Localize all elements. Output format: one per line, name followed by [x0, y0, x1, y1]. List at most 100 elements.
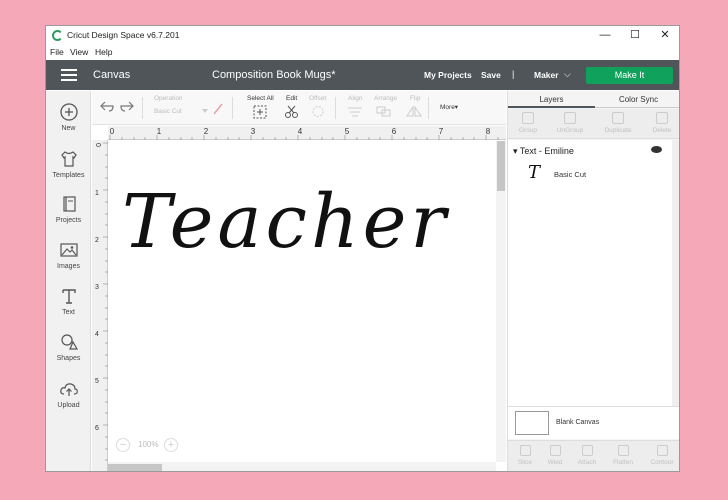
- eye-icon[interactable]: [651, 146, 662, 153]
- section-title: Canvas: [93, 69, 131, 81]
- menu-view[interactable]: View: [70, 47, 88, 57]
- paperclip-icon: [581, 445, 593, 456]
- edit-button[interactable]: Edit: [286, 95, 297, 102]
- trash-icon: [656, 112, 668, 124]
- select-all-icon[interactable]: [253, 105, 267, 119]
- tab-color-sync[interactable]: Color Sync: [595, 91, 679, 108]
- ruler-tick-label: 5: [95, 378, 99, 385]
- title-bar: Cricut Design Space v6.7.201 — ☐ ✕: [46, 26, 679, 45]
- tab-layers[interactable]: Layers: [508, 91, 595, 108]
- scrollbar-thumb[interactable]: [497, 141, 505, 191]
- select-all-button[interactable]: Select All: [247, 95, 274, 102]
- chevron-down-icon[interactable]: ⌵: [564, 69, 571, 80]
- flatten-button[interactable]: Flatten: [606, 445, 640, 466]
- shirt-icon: [60, 151, 77, 167]
- redo-icon[interactable]: [120, 100, 134, 112]
- ruler-tick-label: 2: [95, 237, 99, 244]
- layer-actions: Group UnGroup Duplicate Delete: [508, 109, 679, 139]
- scrollbar-thumb[interactable]: [108, 464, 162, 471]
- app-header: Canvas Composition Book Mugs* My Project…: [46, 60, 679, 90]
- menu-bar: File View Help: [46, 45, 679, 59]
- save-button[interactable]: Save: [481, 70, 501, 80]
- layer-item-label[interactable]: Basic Cut: [554, 170, 586, 179]
- delete-button[interactable]: Delete: [642, 112, 679, 134]
- weld-button[interactable]: Weld: [538, 445, 572, 466]
- more-button[interactable]: More▾: [440, 103, 458, 111]
- group-icon: [522, 112, 534, 124]
- cricut-logo-icon: [52, 30, 63, 41]
- undo-icon[interactable]: [100, 100, 114, 112]
- group-button[interactable]: Group: [508, 112, 548, 134]
- align-icon[interactable]: [347, 106, 363, 117]
- align-label: Align: [348, 95, 363, 102]
- make-it-button[interactable]: Make It: [586, 67, 673, 84]
- layers-scrollbar[interactable]: [672, 140, 679, 406]
- caret-down-icon[interactable]: ▾: [513, 146, 520, 156]
- toolbar-text[interactable]: Text: [46, 285, 91, 316]
- ungroup-icon: [564, 112, 576, 124]
- arrange-icon[interactable]: [376, 106, 392, 117]
- vertical-ruler: 0 1 2 3 4 5 6: [92, 140, 108, 471]
- ruler-tick-label: 2: [204, 127, 209, 136]
- menu-help[interactable]: Help: [95, 47, 112, 57]
- attach-button[interactable]: Attach: [570, 445, 604, 466]
- header-separator: |: [512, 69, 515, 79]
- weld-label: Weld: [547, 459, 563, 466]
- operation-label: Operation: [154, 95, 183, 102]
- ruler-tick-label: 5: [345, 127, 350, 136]
- delete-label: Delete: [652, 127, 672, 134]
- ruler-tick-label: 3: [251, 127, 256, 136]
- flatten-label: Flatten: [613, 459, 633, 466]
- horizontal-scrollbar[interactable]: [108, 462, 496, 471]
- canvas-swatch[interactable]: [515, 411, 549, 435]
- weld-icon: [549, 445, 561, 456]
- toolbar-upload[interactable]: Upload: [46, 378, 91, 409]
- duplicate-button[interactable]: Duplicate: [598, 112, 638, 134]
- my-projects-button[interactable]: My Projects: [424, 70, 472, 80]
- toolbar-shapes[interactable]: Shapes: [46, 331, 91, 362]
- ruler-tick-label: 0: [94, 143, 101, 147]
- offset-icon[interactable]: [311, 105, 325, 118]
- minimize-button[interactable]: —: [590, 26, 620, 45]
- ruler-tick-label: 1: [95, 190, 99, 197]
- toolbar-label: Text: [62, 309, 75, 316]
- layer-list: ▾ Text - Emiline T Basic Cut: [508, 140, 672, 406]
- design-canvas[interactable]: Teacher: [108, 141, 496, 462]
- ruler-tick-label: 4: [95, 331, 99, 338]
- horizontal-ruler: 0 1 2 3 4 5 6 7 8: [108, 126, 506, 140]
- layer-bottom-actions: Slice Weld Attach Flatten Contour: [508, 440, 679, 471]
- shapes-icon: [60, 334, 78, 350]
- zoom-in-button[interactable]: +: [164, 438, 178, 452]
- maximize-button[interactable]: ☐: [620, 26, 650, 45]
- edit-toolbar: Operation Basic Cut Select All Edit Offs…: [92, 91, 506, 125]
- flatten-icon: [617, 445, 629, 456]
- chevron-down-icon[interactable]: [202, 109, 208, 114]
- hamburger-menu-icon[interactable]: [61, 69, 77, 81]
- book-icon: [62, 196, 76, 212]
- canvas-text-object[interactable]: Teacher: [122, 179, 450, 265]
- ruler-tick-label: 6: [95, 425, 99, 432]
- vertical-scrollbar[interactable]: [496, 141, 506, 462]
- menu-file[interactable]: File: [50, 47, 64, 57]
- ungroup-button[interactable]: UnGroup: [550, 112, 590, 134]
- duplicate-icon: [612, 112, 624, 124]
- contour-label: Contour: [650, 459, 674, 466]
- scissors-icon[interactable]: [284, 105, 300, 118]
- toolbar-templates[interactable]: Templates: [46, 148, 91, 179]
- toolbar-new[interactable]: New: [46, 101, 91, 132]
- flip-icon[interactable]: [406, 106, 422, 117]
- close-button[interactable]: ✕: [650, 26, 679, 45]
- blank-canvas-row[interactable]: Blank Canvas: [508, 406, 679, 439]
- machine-select[interactable]: Maker: [534, 70, 559, 80]
- toolbar-projects[interactable]: Projects: [46, 193, 91, 224]
- slice-button[interactable]: Slice: [508, 445, 542, 466]
- toolbar-images[interactable]: Images: [46, 239, 91, 270]
- zoom-out-button[interactable]: −: [116, 438, 130, 452]
- ruler-tick-label: 0: [110, 127, 115, 136]
- operation-select[interactable]: Basic Cut: [154, 108, 182, 115]
- project-name: Composition Book Mugs*: [212, 69, 336, 81]
- contour-button[interactable]: Contour: [645, 445, 679, 466]
- pen-color-icon[interactable]: [213, 103, 223, 115]
- layer-thumbnail-icon: T: [528, 162, 541, 183]
- layer-group-row[interactable]: ▾ Text - Emiline: [513, 146, 574, 157]
